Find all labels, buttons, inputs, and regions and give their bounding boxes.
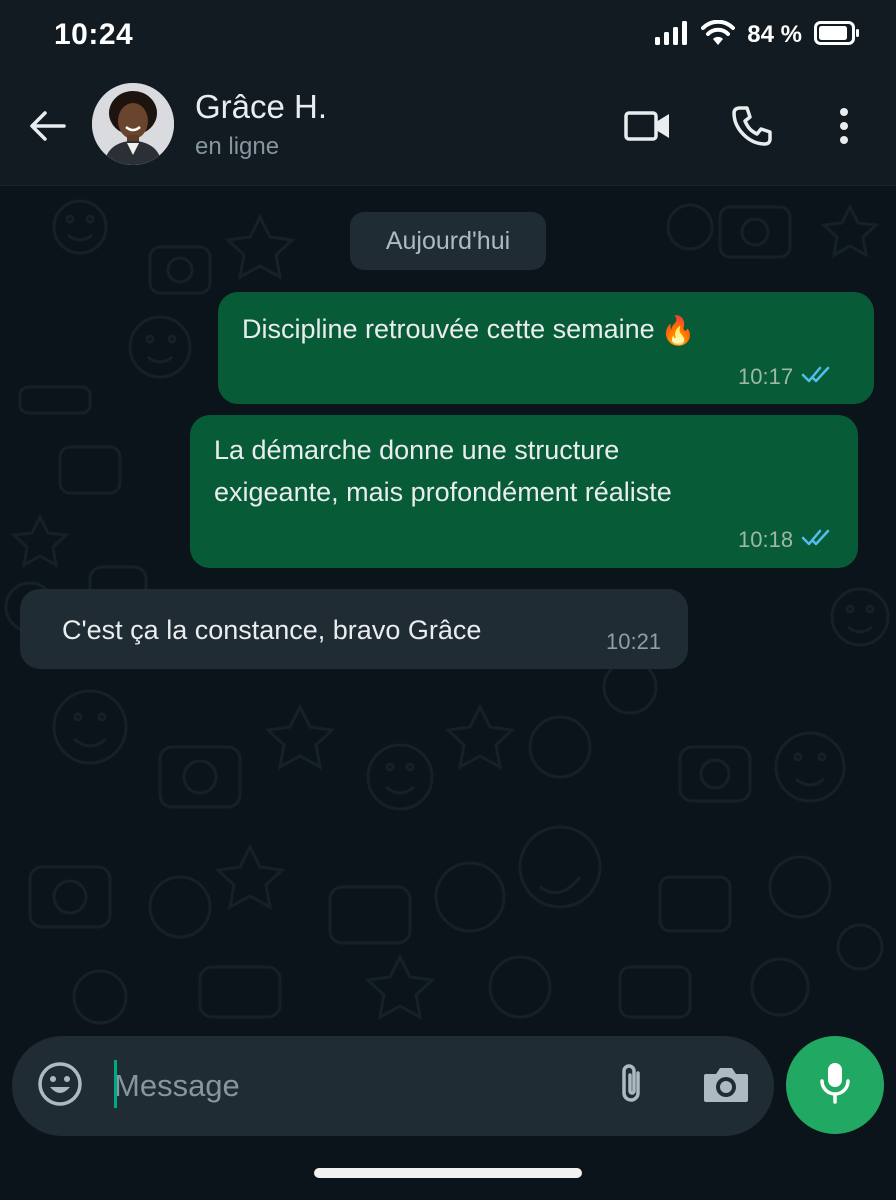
- emoji-button[interactable]: [34, 1060, 86, 1112]
- message-bubble-outgoing[interactable]: La démarche donne une structure exigeant…: [190, 415, 858, 568]
- double-check-icon: [801, 527, 833, 553]
- home-indicator[interactable]: [314, 1168, 582, 1178]
- message-bubble-incoming[interactable]: C'est ça la constance, bravo Grâce 10:21: [20, 589, 688, 669]
- date-separator: Aujourd'hui: [350, 212, 546, 270]
- status-icons: 84 %: [655, 19, 860, 51]
- chat-screen: 10:24 84 % Grâce H. en ligne Aujourd'hui…: [0, 0, 896, 1200]
- status-bar: 10:24 84 %: [0, 0, 896, 70]
- message-bubble-outgoing[interactable]: Discipline retrouvée cette semaine 🔥 10:1…: [218, 292, 874, 404]
- message-composer: [12, 1036, 774, 1136]
- message-time: 10:17: [738, 364, 794, 389]
- message-time: 10:18: [738, 527, 794, 552]
- video-call-button[interactable]: [622, 102, 674, 154]
- attachment-button[interactable]: [606, 1060, 658, 1112]
- message-line: La démarche donne une structure: [214, 435, 620, 465]
- message-text-content: Discipline retrouvée cette semaine: [242, 314, 655, 344]
- back-button[interactable]: [26, 106, 70, 150]
- message-line: exigeante, mais profondément réaliste: [214, 477, 672, 507]
- emoji-icon: [37, 1061, 83, 1112]
- voice-call-button[interactable]: [726, 102, 778, 154]
- wifi-icon: [701, 19, 736, 51]
- microphone-icon: [817, 1061, 853, 1110]
- battery-icon: [814, 20, 860, 50]
- double-check-icon: [801, 364, 833, 390]
- status-time: 10:24: [54, 18, 134, 51]
- message-meta: 10:18: [738, 527, 833, 553]
- text-cursor: [114, 1060, 117, 1108]
- back-arrow-icon: [28, 109, 68, 148]
- contact-status: en ligne: [195, 133, 280, 160]
- video-call-icon: [624, 108, 672, 149]
- attachment-icon: [616, 1061, 648, 1112]
- signal-icon: [655, 20, 689, 50]
- contact-name[interactable]: Grâce H.: [195, 88, 327, 126]
- camera-icon: [702, 1064, 750, 1109]
- more-options-button[interactable]: [818, 102, 870, 154]
- message-text: La démarche donne une structure exigeant…: [214, 429, 672, 513]
- message-list[interactable]: Aujourd'hui Discipline retrouvée cette s…: [0, 187, 896, 1027]
- chat-header: Grâce H. en ligne: [0, 70, 896, 186]
- camera-button[interactable]: [700, 1060, 752, 1112]
- message-text: C'est ça la constance, bravo Grâce: [62, 615, 482, 645]
- fire-emoji: 🔥: [660, 315, 696, 346]
- message-meta: 10:21: [606, 629, 661, 655]
- contact-avatar[interactable]: [92, 83, 174, 165]
- battery-percentage: 84 %: [747, 21, 802, 48]
- voice-message-button[interactable]: [786, 1036, 884, 1134]
- message-input[interactable]: [114, 1058, 594, 1114]
- message-meta: 10:17: [738, 364, 833, 390]
- phone-call-icon: [730, 104, 774, 153]
- more-options-icon: [838, 106, 850, 151]
- message-text: Discipline retrouvée cette semaine 🔥: [242, 308, 696, 352]
- message-time: 10:21: [606, 629, 662, 654]
